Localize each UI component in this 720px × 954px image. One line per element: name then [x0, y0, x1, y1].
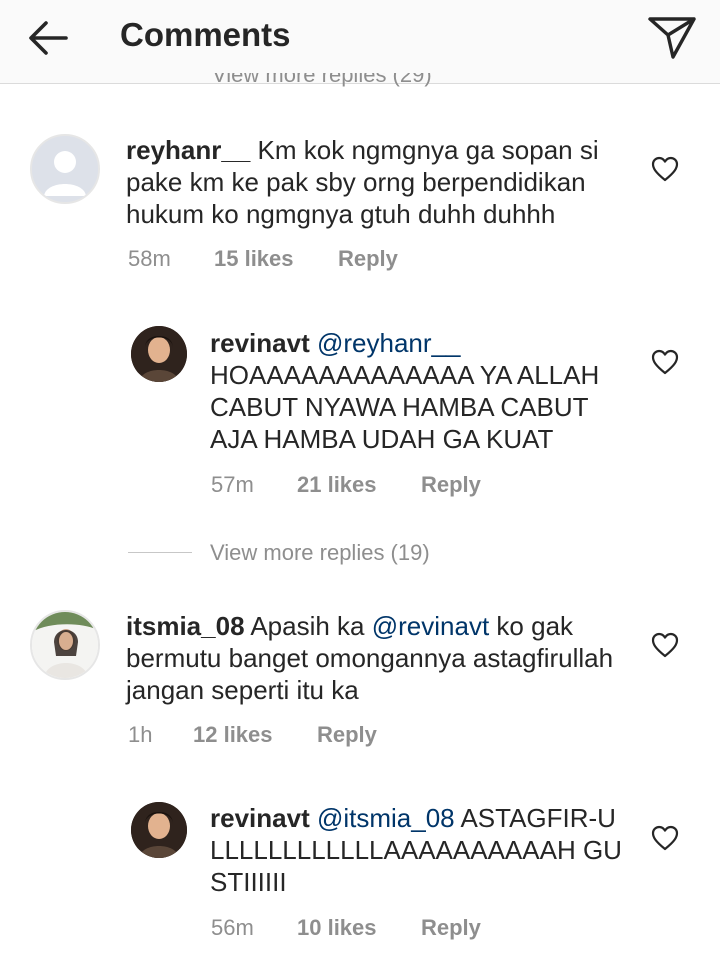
mention-link[interactable]: @itsmia_08 — [317, 803, 455, 833]
avatar[interactable] — [30, 610, 100, 680]
comment-body: HOAAAAAAAAAAAAA YA ALLAH CABUT NYAWA HAM… — [210, 360, 600, 454]
arrow-left-icon — [29, 21, 68, 55]
avatar[interactable] — [30, 134, 100, 204]
comment-meta: 1h 12 likes Reply — [128, 722, 528, 748]
profile-photo-icon — [131, 802, 187, 858]
comment-text: revinavt @itsmia_08 ASTAGFIR-ULLLLLLLLLL… — [210, 802, 630, 898]
back-button[interactable] — [26, 18, 70, 58]
username[interactable]: reyhanr__ — [126, 135, 250, 165]
profile-photo-icon — [131, 326, 187, 382]
page-title: Comments — [120, 16, 291, 53]
username[interactable]: itsmia_08 — [126, 611, 245, 641]
username[interactable]: revinavt — [210, 328, 310, 358]
share-button[interactable] — [646, 14, 698, 60]
avatar[interactable] — [131, 326, 187, 382]
mention-link[interactable]: @revinavt — [372, 611, 489, 641]
comment-body-start: Apasih ka — [250, 611, 365, 641]
like-heart-icon[interactable] — [651, 349, 679, 375]
username[interactable]: revinavt — [210, 803, 310, 833]
comment-meta: 56m 10 likes Reply — [211, 915, 611, 941]
likes-count[interactable]: 10 likes — [297, 915, 377, 941]
timestamp: 56m — [211, 915, 254, 940]
reply-button[interactable]: Reply — [317, 722, 377, 748]
like-heart-icon[interactable] — [651, 632, 679, 658]
view-more-label: View more replies (19) — [210, 540, 430, 565]
paper-plane-icon — [648, 17, 696, 59]
default-avatar-icon — [32, 136, 98, 202]
view-more-replies[interactable]: View more replies (19) — [128, 540, 528, 568]
like-heart-icon[interactable] — [651, 825, 679, 851]
view-more-replies-top[interactable]: View more replies (29) — [212, 73, 432, 88]
mention-link[interactable]: @reyhanr__ — [317, 328, 460, 358]
divider-line — [128, 552, 192, 553]
timestamp: 57m — [211, 472, 254, 497]
timestamp: 58m — [128, 246, 171, 271]
likes-count[interactable]: 12 likes — [193, 722, 273, 748]
comment-text: revinavt @reyhanr__ HOAAAAAAAAAAAAA YA A… — [210, 327, 630, 455]
comment-meta: 57m 21 likes Reply — [211, 472, 611, 498]
avatar[interactable] — [131, 802, 187, 858]
top-bar: Comments View more replies (29) — [0, 0, 720, 87]
reply-button[interactable]: Reply — [338, 246, 398, 272]
comment-text: reyhanr__ Km kok ngmgnya ga sopan si pak… — [126, 134, 626, 230]
comment-text: itsmia_08 Apasih ka @revinavt ko gak ber… — [126, 610, 626, 706]
likes-count[interactable]: 21 likes — [297, 472, 377, 498]
profile-photo-icon — [32, 612, 98, 678]
reply-button[interactable]: Reply — [421, 915, 481, 941]
like-heart-icon[interactable] — [651, 156, 679, 182]
reply-button[interactable]: Reply — [421, 472, 481, 498]
likes-count[interactable]: 15 likes — [214, 246, 294, 272]
comment-meta: 58m 15 likes Reply — [128, 246, 528, 272]
timestamp: 1h — [128, 722, 153, 747]
